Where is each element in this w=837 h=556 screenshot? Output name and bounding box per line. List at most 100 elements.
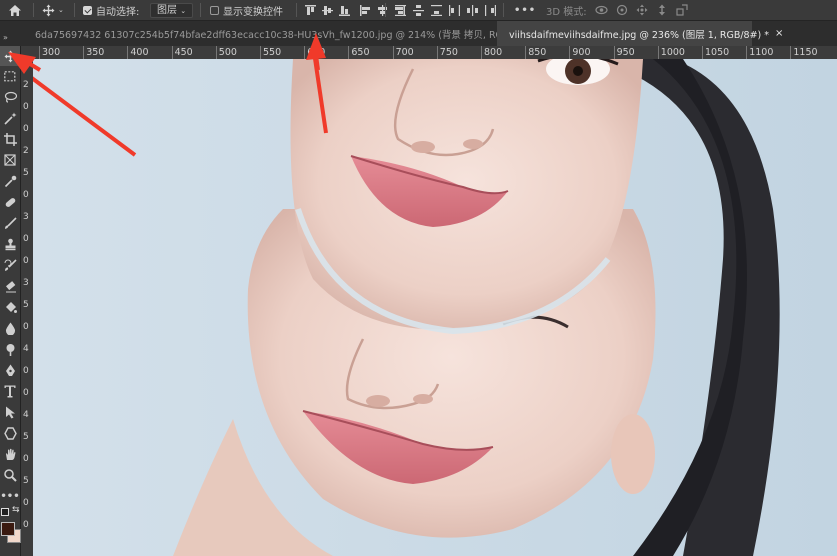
frame-tool-button[interactable] bbox=[0, 150, 20, 170]
history-brush-tool-button[interactable] bbox=[0, 255, 20, 275]
distribute-bottom-icon[interactable] bbox=[431, 4, 442, 16]
ruler-tick-label: 2 bbox=[23, 146, 29, 156]
brush-tool-button[interactable] bbox=[0, 213, 20, 233]
auto-select-target-dropdown[interactable]: 图层 ⌄ bbox=[150, 0, 194, 20]
3d-mode-buttons bbox=[595, 0, 688, 20]
align-vcenter-icon[interactable] bbox=[322, 5, 333, 16]
shape-tool-button[interactable] bbox=[0, 423, 20, 443]
auto-select-checkbox[interactable]: 自动选择: bbox=[83, 0, 139, 20]
ruler-tick-label: 300 bbox=[39, 46, 60, 59]
history-brush-icon bbox=[4, 258, 17, 271]
marquee-icon bbox=[4, 70, 16, 81]
path-select-tool-button[interactable] bbox=[0, 402, 20, 422]
zoom-tool-button[interactable] bbox=[0, 465, 20, 485]
ruler-tick-label: 4 bbox=[23, 344, 29, 354]
lasso-icon bbox=[4, 91, 17, 103]
foreground-color-swatch[interactable] bbox=[1, 522, 15, 536]
more-options-button[interactable]: ••• bbox=[514, 0, 536, 20]
magic-wand-icon bbox=[3, 112, 16, 125]
home-icon[interactable] bbox=[8, 0, 22, 20]
crop-tool-button[interactable] bbox=[0, 129, 20, 149]
healing-tool-button[interactable] bbox=[0, 192, 20, 212]
paint-bucket-icon bbox=[5, 301, 17, 313]
divider bbox=[33, 3, 34, 17]
eyedropper-tool-button[interactable] bbox=[0, 171, 20, 191]
align-left-icon[interactable] bbox=[360, 4, 371, 16]
ruler-tick-label: 450 bbox=[171, 46, 193, 59]
ruler-tick-label: 4 bbox=[23, 410, 29, 420]
eyedropper-icon bbox=[4, 175, 16, 187]
dodge-tool-button[interactable] bbox=[0, 339, 20, 359]
marquee-tool-button[interactable] bbox=[0, 66, 20, 86]
show-transform-checkbox[interactable]: 显示变换控件 bbox=[210, 0, 283, 20]
show-transform-label: 显示变换控件 bbox=[223, 6, 283, 18]
type-tool-button[interactable] bbox=[0, 381, 20, 401]
3d-roll-icon[interactable] bbox=[616, 4, 628, 16]
hand-tool-button[interactable] bbox=[0, 444, 20, 464]
3d-orbit-icon[interactable] bbox=[595, 4, 608, 16]
align-bottom-icon[interactable] bbox=[339, 5, 350, 16]
align-hcenter-icon[interactable] bbox=[377, 4, 388, 16]
ruler-tick-label: 800 bbox=[481, 46, 502, 59]
lasso-tool-button[interactable] bbox=[0, 87, 20, 107]
ruler-tick-label: 1150 bbox=[790, 46, 818, 59]
ruler-tick-label: 1100 bbox=[746, 46, 773, 59]
3d-scale-icon[interactable] bbox=[676, 4, 688, 16]
ruler-horizontal[interactable]: 300 350 400 450 500 550 600 650 700 750 800 850 900 9… bbox=[21, 46, 837, 60]
blur-icon bbox=[5, 322, 15, 335]
ruler-tick-label: 650 bbox=[348, 46, 370, 59]
ruler-tick-label: 1050 bbox=[702, 46, 729, 59]
move-icon bbox=[42, 4, 55, 16]
type-icon bbox=[4, 385, 16, 397]
magic-wand-tool-button[interactable] bbox=[0, 108, 20, 128]
tab-document-2[interactable]: viihsdaifmeviihsdaifme.jpg @ 236% (图层 1,… bbox=[497, 21, 783, 46]
ruler-tick-label: 700 bbox=[392, 46, 414, 59]
document-canvas[interactable] bbox=[33, 59, 837, 556]
distribute-top-icon[interactable] bbox=[395, 4, 406, 16]
ruler-tick-label: 2 bbox=[23, 80, 29, 90]
align-top-icon[interactable] bbox=[305, 4, 316, 16]
ruler-tick-label: 5 bbox=[23, 300, 29, 310]
auto-select-target-value: 图层 bbox=[157, 4, 177, 16]
more-tools-icon[interactable]: ••• bbox=[0, 486, 20, 506]
tab-document-1[interactable]: 6da75697432 61307c254b5f74bfae2dff63ecac… bbox=[0, 21, 553, 46]
document-tabs: 6da75697432 61307c254b5f74bfae2dff63ecac… bbox=[0, 21, 837, 46]
move-tool-preset[interactable]: ⌄ bbox=[42, 0, 64, 20]
default-colors-icon[interactable] bbox=[1, 508, 9, 516]
collapse-panel-icon[interactable]: » bbox=[3, 33, 8, 42]
ruler-tick-label: 0 bbox=[23, 124, 29, 134]
checkbox-checked-icon bbox=[83, 5, 92, 15]
photo-image bbox=[33, 59, 837, 556]
paint-bucket-tool-button[interactable] bbox=[0, 297, 20, 317]
tab-label: 6da75697432 61307c254b5f74bfae2dff63ecac… bbox=[35, 29, 539, 41]
ruler-tick-label: 900 bbox=[569, 46, 591, 59]
swap-colors-icon[interactable]: ⇆ bbox=[12, 505, 20, 515]
divider bbox=[296, 3, 297, 17]
ruler-tick-label: 400 bbox=[127, 46, 149, 59]
move-tool-button[interactable] bbox=[0, 46, 20, 66]
ruler-tick-label: 0 bbox=[23, 190, 29, 200]
3d-pan-icon[interactable] bbox=[636, 4, 648, 16]
path-select-icon bbox=[5, 406, 15, 418]
healing-icon bbox=[5, 197, 15, 207]
pen-tool-button[interactable] bbox=[0, 360, 20, 380]
ruler-tick-label: 0 bbox=[23, 454, 29, 464]
stamp-tool-button[interactable] bbox=[0, 234, 20, 254]
brush-icon bbox=[4, 216, 17, 229]
eraser-tool-button[interactable] bbox=[0, 276, 20, 296]
frame-icon bbox=[4, 154, 16, 166]
distribute-hcenter-icon[interactable] bbox=[467, 4, 478, 16]
close-icon[interactable]: × bbox=[775, 28, 783, 39]
options-bar: ⌄ 自动选择: 图层 ⌄ 显示变换控件 ••• 3D 模式: bbox=[0, 0, 837, 21]
divider bbox=[200, 3, 201, 17]
ruler-tick-label: 0 bbox=[23, 234, 29, 244]
stamp-icon bbox=[5, 238, 15, 250]
distribute-left-icon[interactable] bbox=[449, 4, 460, 16]
ruler-tick-label: 3 bbox=[23, 278, 29, 288]
3d-slide-icon[interactable] bbox=[656, 4, 668, 16]
distribute-right-icon[interactable] bbox=[485, 4, 496, 16]
distribute-vcenter-icon[interactable] bbox=[413, 4, 424, 16]
ruler-tick-label: 0 bbox=[23, 322, 29, 332]
blur-tool-button[interactable] bbox=[0, 318, 20, 338]
dodge-icon bbox=[6, 343, 14, 356]
